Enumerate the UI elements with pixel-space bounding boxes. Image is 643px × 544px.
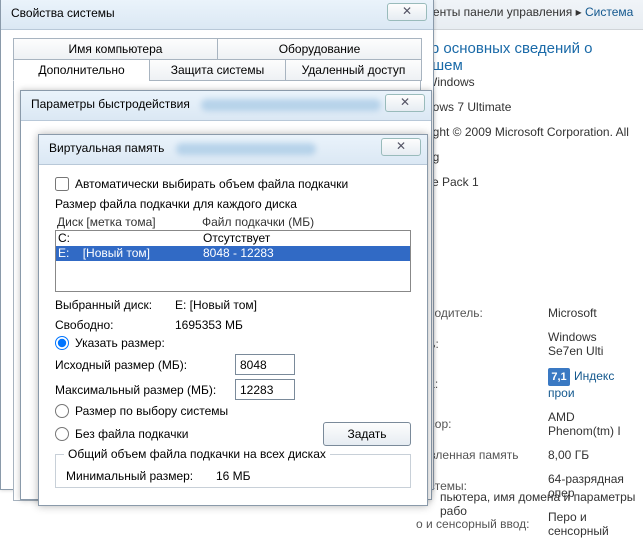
tab-remote[interactable]: Удаленный доступ	[285, 59, 422, 81]
wei-badge: 7,1	[548, 368, 570, 386]
breadcrumb-bar: ементы панели управления ▸ Система	[410, 0, 643, 30]
radio-input[interactable]	[55, 404, 69, 418]
value: AMD Phenom(tm) I	[540, 406, 641, 442]
page-headline: отр основных сведений о вашем	[416, 40, 643, 74]
disk-label: [Новый том]	[83, 246, 150, 260]
group-title: Общий объем файла подкачки на всех диска…	[64, 447, 330, 461]
disk-letter: E:	[58, 246, 69, 260]
value: Microsoft	[540, 302, 641, 324]
copyright-text: right © 2009 Microsoft Corporation. All …	[426, 120, 643, 170]
service-pack: ce Pack 1	[426, 170, 643, 195]
titlebar[interactable]: Параметры быстродействия ✕	[21, 91, 431, 121]
blurred-region	[176, 143, 316, 155]
checkbox-input[interactable]	[55, 177, 69, 191]
list-item[interactable]: E: [Новый том] 8048 - 12283	[56, 246, 410, 261]
selected-disk-label: Выбранный диск:	[55, 298, 175, 312]
total-pagefile-group: Общий объем файла подкачки на всех диска…	[55, 454, 411, 488]
auto-manage-checkbox[interactable]: Автоматически выбирать объем файла подка…	[55, 177, 411, 191]
radio-label: Размер по выбору системы	[75, 404, 228, 418]
initial-size-input[interactable]	[235, 354, 295, 375]
edition-block: Windows dows 7 Ultimate right © 2009 Mic…	[426, 70, 643, 195]
maximum-size-input[interactable]	[235, 379, 295, 400]
titlebar[interactable]: Виртуальная память ✕	[39, 135, 427, 165]
col-file: Файл подкачки (МБ)	[202, 215, 314, 229]
pagefile-value: 8048 - 12283	[203, 246, 274, 261]
close-button[interactable]: ✕	[381, 138, 421, 156]
radio-system-managed[interactable]: Размер по выбору системы	[55, 404, 411, 418]
window-title: Виртуальная память	[49, 141, 164, 155]
value: 8,00 ГБ	[540, 444, 641, 466]
tab-advanced[interactable]: Дополнительно	[13, 59, 150, 81]
breadcrumb-item[interactable]: Система	[585, 5, 633, 19]
window-title: Параметры быстродействия	[31, 97, 190, 111]
settings-section-label: пьютера, имя домена и параметры рабо	[440, 490, 643, 518]
value: Windows Se7en Ulti	[540, 326, 641, 362]
titlebar[interactable]: Свойства системы ✕	[1, 0, 433, 30]
breadcrumb-separator: ▸	[576, 5, 582, 19]
breadcrumb-item[interactable]: ементы панели управления	[418, 5, 572, 19]
close-icon: ✕	[402, 4, 412, 18]
pagefile-value: Отсутствует	[203, 231, 270, 246]
set-button[interactable]: Задать	[323, 422, 411, 446]
free-space-label: Свободно:	[55, 318, 175, 332]
radio-input[interactable]	[55, 336, 69, 350]
radio-label: Указать размер:	[75, 336, 165, 350]
tab-hardware[interactable]: Оборудование	[217, 38, 422, 60]
close-button[interactable]: ✕	[387, 3, 427, 21]
checkbox-label: Автоматически выбирать объем файла подка…	[75, 177, 348, 191]
disk-letter: C:	[58, 231, 70, 245]
edition-label: Windows	[426, 70, 643, 95]
tab-computer-name[interactable]: Имя компьютера	[13, 38, 218, 60]
section-label: Размер файла подкачки для каждого диска	[55, 197, 411, 211]
rating-cell: 7,1Индекс прои	[540, 364, 641, 404]
drive-listbox[interactable]: C: Отсутствует E: [Новый том] 8048 - 122…	[55, 230, 411, 292]
min-size-value: 16 МБ	[216, 469, 251, 483]
radio-custom-size[interactable]: Указать размер:	[55, 336, 411, 350]
edition-value: dows 7 Ultimate	[426, 95, 643, 120]
radio-input[interactable]	[55, 427, 69, 441]
free-space-value: 1695353 МБ	[175, 318, 243, 332]
window-title: Свойства системы	[11, 6, 115, 20]
initial-size-label: Исходный размер (МБ):	[55, 358, 235, 372]
selected-disk-value: E: [Новый том]	[175, 298, 257, 312]
maximum-size-label: Максимальный размер (МБ):	[55, 383, 235, 397]
close-button[interactable]: ✕	[385, 94, 425, 112]
tab-system-protection[interactable]: Защита системы	[149, 59, 286, 81]
col-disk: Диск [метка тома]	[57, 215, 202, 229]
min-size-label: Минимальный размер:	[66, 469, 216, 483]
list-item[interactable]: C: Отсутствует	[56, 231, 410, 246]
list-header: Диск [метка тома] Файл подкачки (МБ)	[55, 215, 411, 229]
close-icon: ✕	[400, 95, 410, 109]
radio-label: Без файла подкачки	[75, 427, 188, 441]
virtual-memory-window: Виртуальная память ✕ Автоматически выбир…	[38, 134, 428, 506]
blurred-region	[201, 99, 381, 111]
radio-no-pagefile[interactable]: Без файла подкачки	[55, 427, 323, 441]
close-icon: ✕	[396, 139, 406, 153]
